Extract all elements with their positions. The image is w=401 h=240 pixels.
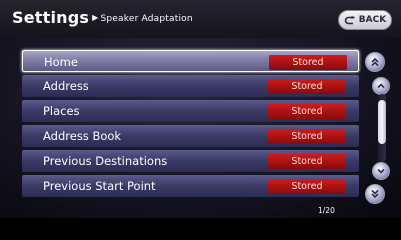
status-badge: Stored — [268, 154, 346, 169]
stored-items-list: Home Stored Address Stored Places Stored… — [22, 50, 359, 200]
list-item-address-book[interactable]: Address Book Stored — [22, 125, 359, 147]
back-button[interactable]: BACK — [338, 10, 392, 30]
list-item-home[interactable]: Home Stored — [22, 50, 359, 72]
breadcrumb-current: Speaker Adaptation — [100, 14, 193, 24]
page-title: Settings — [12, 8, 90, 27]
list-item-label: Address Book — [43, 129, 122, 143]
list-item-label: Previous Destinations — [43, 154, 168, 168]
scrollbar-thumb[interactable] — [378, 100, 386, 144]
status-badge: Stored — [269, 55, 347, 70]
chevron-up-icon — [377, 83, 385, 89]
page-down-button[interactable] — [365, 184, 385, 204]
double-chevron-down-icon — [371, 189, 379, 199]
status-badge: Stored — [268, 79, 346, 94]
list-item-label: Previous Start Point — [43, 179, 156, 193]
status-badge: Stored — [268, 104, 346, 119]
back-button-label: BACK — [358, 15, 387, 25]
status-badge: Stored — [268, 179, 346, 194]
list-item-places[interactable]: Places Stored — [22, 100, 359, 122]
chevron-down-icon — [377, 168, 385, 174]
scroll-down-button[interactable] — [372, 162, 390, 180]
breadcrumb-separator-icon: ▶ — [92, 13, 99, 22]
double-chevron-up-icon — [371, 57, 379, 67]
status-badge: Stored — [268, 129, 346, 144]
list-item-label: Home — [44, 55, 78, 69]
list-item-previous-destinations[interactable]: Previous Destinations Stored — [22, 150, 359, 172]
list-item-label: Address — [43, 79, 89, 93]
page-indicator: 1/20 — [318, 206, 335, 215]
list-item-address[interactable]: Address Stored — [22, 75, 359, 97]
screen: Settings ▶ Speaker Adaptation BACK Home St… — [0, 0, 401, 218]
list-item-previous-start-point[interactable]: Previous Start Point Stored — [22, 175, 359, 197]
u-turn-arrow-icon — [344, 15, 355, 24]
list-item-label: Places — [43, 104, 80, 118]
scroll-up-button[interactable] — [372, 77, 390, 95]
page-up-button[interactable] — [365, 52, 385, 72]
breadcrumb: Settings ▶ Speaker Adaptation — [12, 8, 193, 27]
header-bar: Settings ▶ Speaker Adaptation BACK — [0, 0, 401, 38]
